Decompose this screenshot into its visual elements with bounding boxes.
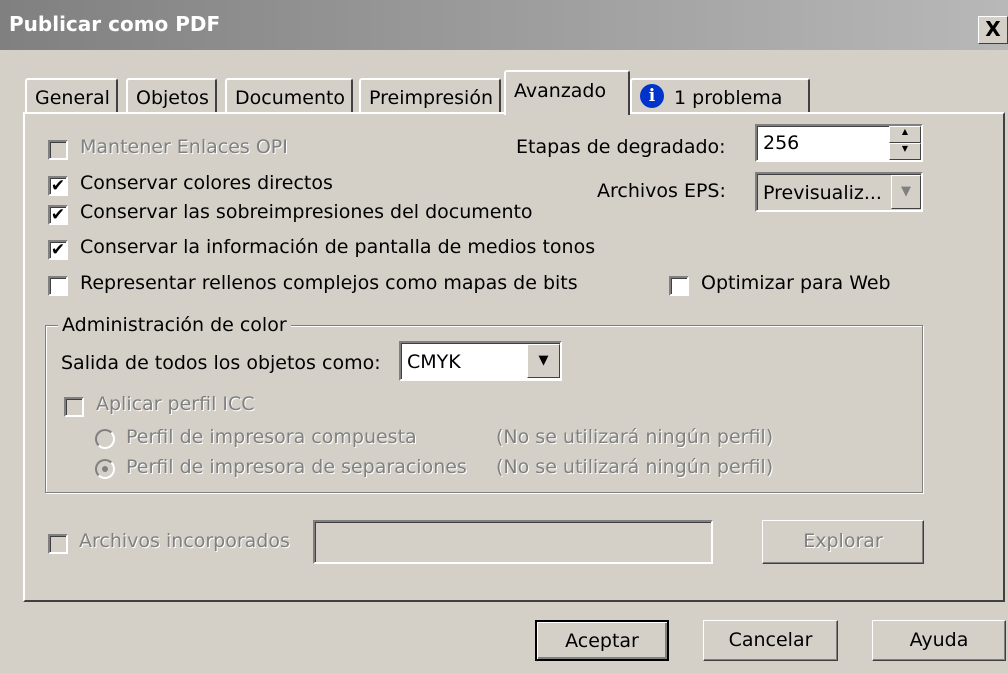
separations-note: (No se utilizará ningún perfil) [496,456,774,478]
tab-label: Preimpresión [369,87,493,109]
tab-preimpresion[interactable]: Preimpresión [359,78,501,112]
web-optimize-label: Optimizar para Web [701,272,891,294]
composite-label: Perfil de impresora compuesta [126,426,417,448]
opi-label: Mantener Enlaces OPI [80,136,288,158]
composite-note: (No se utilizará ningún perfil) [496,426,774,448]
composite-radio[interactable] [95,429,115,449]
overprint-label: Conservar las sobreimpresiones del docum… [80,201,533,223]
tab-label: General [35,87,110,109]
window-title: Publicar como PDF [9,12,221,36]
info-icon: i [640,83,664,108]
tab-label: 1 problema [674,87,783,109]
gradient-label: Etapas de degradado: [516,136,726,158]
separations-radio[interactable] [95,459,115,479]
icc-checkbox[interactable] [64,397,84,417]
tab-label: Avanzado [514,80,607,102]
overprint-checkbox[interactable]: ✔ [48,205,68,225]
output-label: Salida de todos los objetos como: [61,352,381,374]
icc-label: Aplicar perfil ICC [96,393,255,415]
tab-avanzado[interactable]: Avanzado [504,70,630,115]
opi-checkbox[interactable] [48,140,68,160]
embedded-files-checkbox[interactable] [48,534,68,554]
tab-general[interactable]: General [25,78,118,112]
help-button[interactable]: Ayuda [872,620,1006,661]
tab-problema[interactable]: i 1 problema [630,78,810,112]
halftone-checkbox[interactable]: ✔ [48,240,68,260]
cancel-button[interactable]: Cancelar [703,620,838,661]
tab-label: Documento [235,87,346,109]
tab-objetos[interactable]: Objetos [126,78,217,112]
web-optimize-checkbox[interactable] [669,276,689,296]
tab-documento[interactable]: Documento [225,78,354,112]
output-value: CMYK [407,351,461,373]
chevron-down-icon[interactable]: ▼ [527,344,560,378]
close-button[interactable]: X [978,16,1008,44]
chevron-down-icon[interactable]: ▼ [891,175,921,209]
complex-fills-label: Representar rellenos complejos como mapa… [80,272,578,294]
spot-colors-checkbox[interactable]: ✔ [48,176,68,196]
eps-value: Previsualiz... [763,182,882,204]
separations-label: Perfil de impresora de separaciones [126,456,467,478]
eps-label: Archivos EPS: [597,180,726,202]
embedded-files-label: Archivos incorporados [79,530,290,552]
embedded-files-input[interactable] [313,520,713,564]
spin-down-icon[interactable]: ▼ [889,143,921,160]
ok-button[interactable]: Aceptar [535,620,669,661]
tab-label: Objetos [136,87,209,109]
color-management-legend: Administración de color [58,314,291,336]
complex-fills-checkbox[interactable] [48,276,68,296]
spin-up-icon[interactable]: ▲ [889,126,921,143]
browse-button[interactable]: Explorar [762,520,924,564]
halftone-label: Conservar la información de pantalla de … [80,236,596,258]
spot-colors-label: Conservar colores directos [80,172,333,194]
gradient-value: 256 [763,132,800,154]
